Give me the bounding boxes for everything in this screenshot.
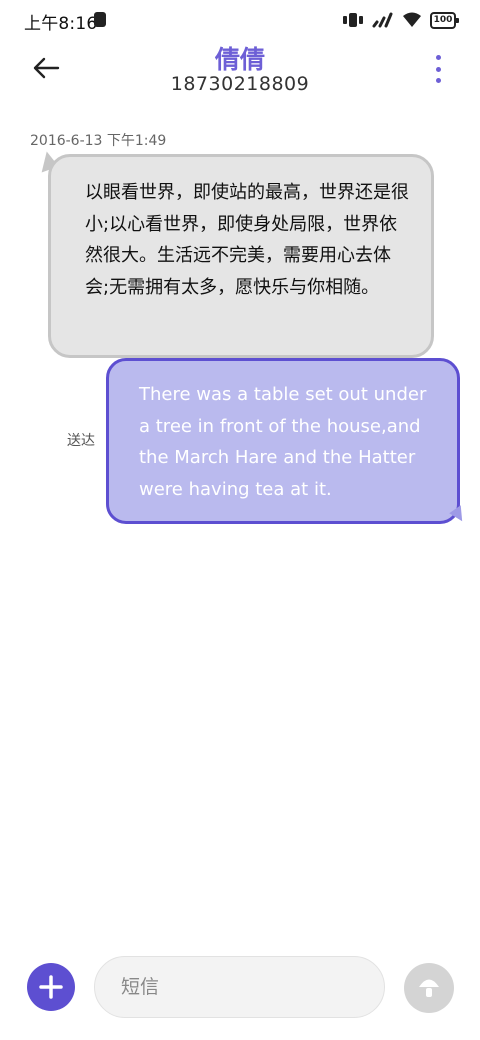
contact-name[interactable]: 倩倩 <box>0 40 480 76</box>
send-icon <box>419 979 439 997</box>
bluetooth-vibrate-icon <box>343 13 363 27</box>
status-time: 上午8:16 <box>24 14 98 34</box>
more-options-button[interactable] <box>426 55 450 83</box>
delivery-status: 送达 <box>67 433 95 449</box>
add-attachment-button[interactable] <box>27 963 75 1011</box>
contact-number[interactable]: 18730218809 <box>0 73 480 95</box>
received-message-bubble[interactable]: 以眼看世界，即使站的最高，世界还是很小;以心看世界，即使身处局限，世界依然很大。… <box>48 154 434 358</box>
message-timestamp: 2016-6-13 下午1:49 <box>30 133 167 149</box>
wifi-icon <box>403 12 421 27</box>
plus-icon <box>39 975 63 999</box>
battery-icon: 100 <box>430 11 459 29</box>
notification-app-icon <box>94 12 106 27</box>
status-indicators: 100 <box>342 10 459 30</box>
status-bar: 上午8:16 100 <box>0 0 480 40</box>
more-vertical-icon <box>435 78 441 83</box>
message-input[interactable] <box>94 956 385 1018</box>
send-button[interactable] <box>404 963 454 1013</box>
more-vertical-icon <box>435 55 441 60</box>
signal-icon <box>372 12 393 28</box>
messaging-screen: 上午8:16 100 倩倩 18730218809 2016-6-13 下午1:… <box>0 0 480 1040</box>
more-vertical-icon <box>435 66 441 72</box>
sent-message-bubble[interactable]: There was a table set out under a tree i… <box>106 358 460 524</box>
